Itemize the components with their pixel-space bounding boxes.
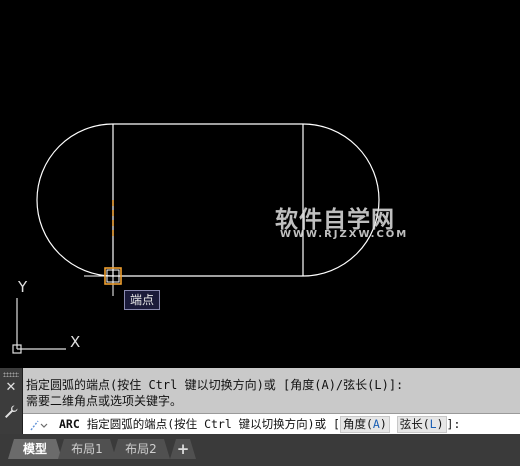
- history-line: 指定圆弧的端点(按住 Ctrl 键以切换方向)或 [角度(A)/弦长(L)]:: [26, 378, 404, 392]
- command-input[interactable]: ARC 指定圆弧的端点(按住 Ctrl 键以切换方向)或 [角度(A) 弦长(L…: [23, 413, 520, 434]
- watermark-url: WWW.RJZXW.COM: [280, 229, 409, 240]
- option-angle[interactable]: 角度(A): [339, 416, 390, 433]
- drawing-canvas[interactable]: Y X 软件自学网 WWW.RJZXW.COM 端点: [0, 0, 520, 368]
- drag-grip-icon[interactable]: [3, 372, 19, 377]
- command-line-window: ✕ 指定圆弧的端点(按住 Ctrl 键以切换方向)或 [角度(A)/弦长(L)]…: [0, 368, 520, 434]
- left-arc: [36, 123, 114, 277]
- layout-tab-bar: 模型 布局1 布局2 +: [0, 434, 520, 466]
- endpoint-snap-tooltip: 端点: [124, 290, 161, 310]
- drawing-geometry[interactable]: [0, 0, 520, 368]
- tab-layout2[interactable]: 布局2: [112, 439, 170, 459]
- tab-model[interactable]: 模型: [8, 439, 62, 459]
- command-prompt-close: ]:: [446, 417, 461, 431]
- add-layout-button[interactable]: +: [170, 439, 196, 459]
- command-prompt-text: ARC 指定圆弧的端点(按住 Ctrl 键以切换方向)或 [角度(A) 弦长(L…: [59, 414, 460, 434]
- command-name: ARC: [59, 417, 80, 431]
- tab-layout1[interactable]: 布局1: [58, 439, 116, 459]
- command-prompt-icon[interactable]: [29, 417, 55, 431]
- command-history: 指定圆弧的端点(按住 Ctrl 键以切换方向)或 [角度(A)/弦长(L)]: …: [26, 377, 516, 409]
- ucs-y-label: Y: [18, 278, 28, 296]
- option-chord-length[interactable]: 弦长(L): [396, 416, 447, 433]
- wrench-icon[interactable]: [3, 404, 19, 420]
- command-prompt: 指定圆弧的端点(按住 Ctrl 键以切换方向)或 [: [86, 417, 340, 431]
- close-icon[interactable]: ✕: [4, 381, 18, 395]
- ucs-x-label: X: [70, 333, 81, 351]
- history-line: 需要二维角点或选项关键字。: [26, 394, 183, 408]
- command-line-sidebar: ✕: [0, 368, 23, 434]
